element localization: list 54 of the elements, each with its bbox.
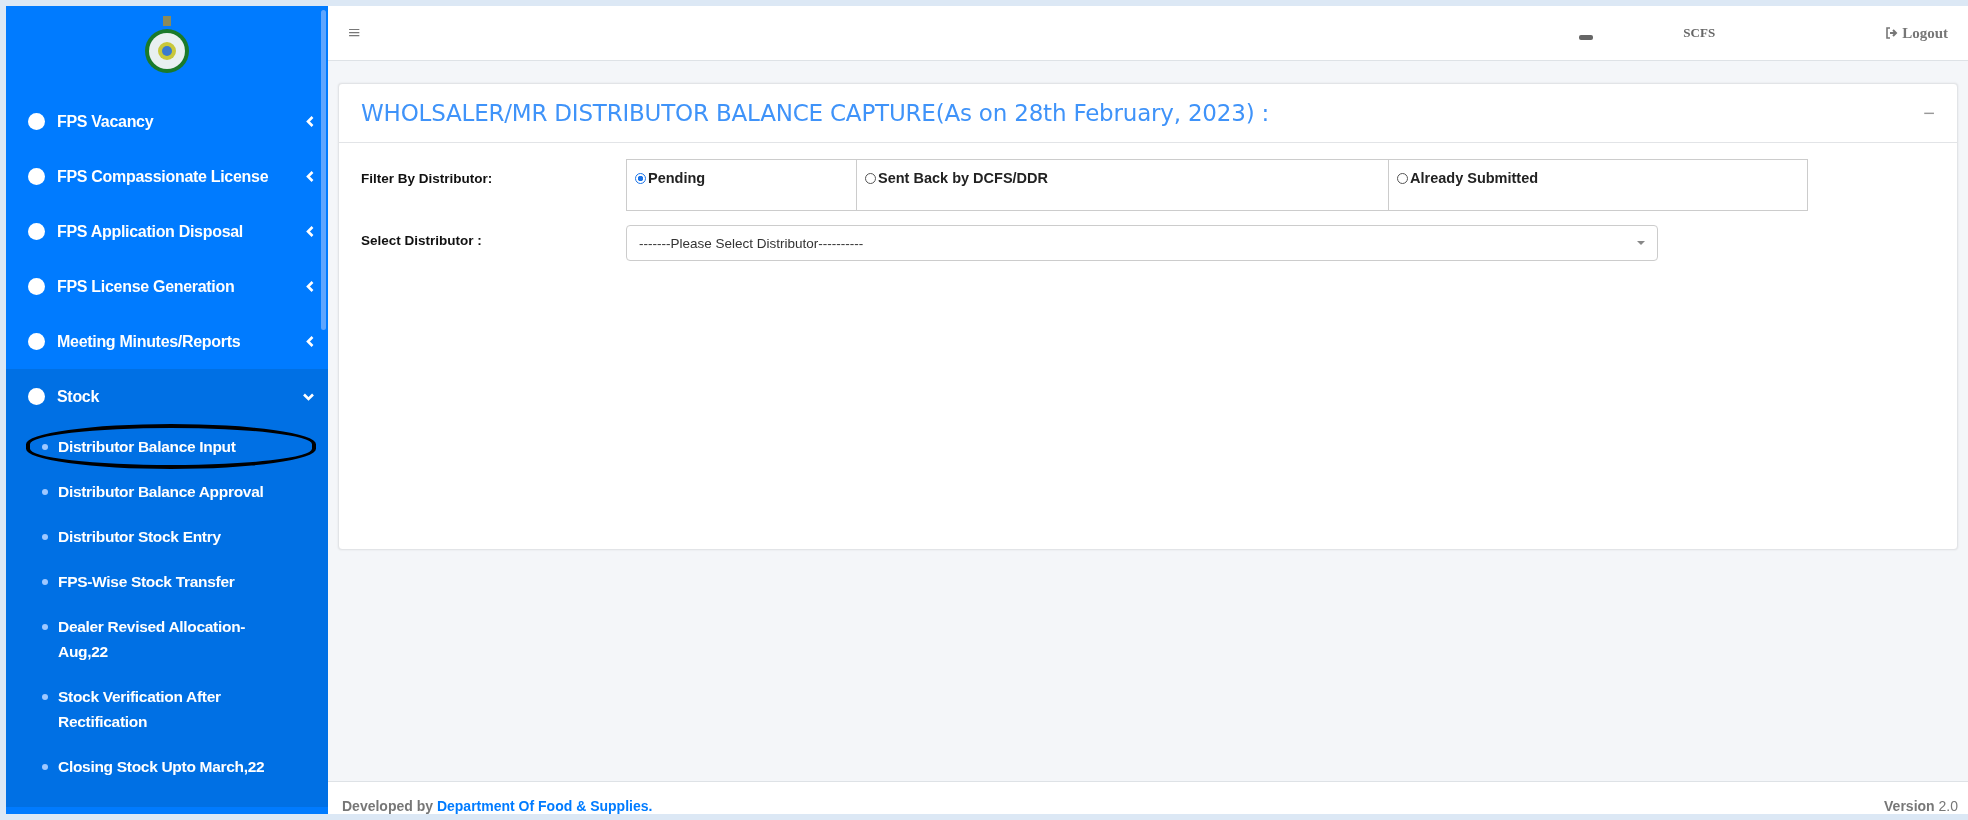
submenu-item[interactable]: Distributor Balance Input [18,424,316,469]
radio-icon[interactable] [1397,173,1408,184]
circle-icon [28,388,45,405]
circle-icon [28,223,45,240]
radio-option[interactable]: Pending [627,160,857,210]
chevron-left-icon [306,226,314,237]
chevron-left-icon [306,281,314,292]
department-link[interactable]: Department Of Food & Supplies. [436,798,653,814]
circle-icon [28,333,45,350]
bullet-icon [42,444,48,450]
menu-icon[interactable]: ≡ [348,20,361,46]
bullet-icon [42,624,48,630]
submenu-item[interactable]: Distributor Stock Entry [18,514,316,559]
submenu-item[interactable]: Dealer Revised Allocation-Aug,22 [18,604,316,674]
bullet-icon [42,579,48,585]
sidebar-item[interactable]: FPS License Generation [6,259,328,314]
sidebar-item[interactable]: FPS Compassionate License [6,149,328,204]
chevron-left-icon [306,336,314,347]
chevron-left-icon [306,116,314,127]
scrollbar[interactable] [321,10,326,330]
sidebar-item[interactable]: FPS Vacancy [6,94,328,149]
bullet-icon [42,694,48,700]
circle-icon [28,113,45,130]
sidebar-item[interactable]: Stock [6,369,328,424]
user-icon [1579,34,1594,40]
submenu-item[interactable]: Stock Verification After Rectification [18,674,316,744]
bullet-icon [42,534,48,540]
field-label: Filter By Distributor: [361,170,494,186]
caret-icon [1637,241,1645,245]
radio-icon[interactable] [865,173,876,184]
chevron-left-icon [306,171,314,182]
circle-icon [28,278,45,295]
circle-icon [28,168,45,185]
bullet-icon [42,489,48,495]
submenu-item[interactable]: FPS-Wise Stock Transfer [18,559,316,604]
radio-option[interactable]: Sent Back by DCFS/DDR [857,160,1389,210]
version-text: Version 2.0 [1884,798,1958,814]
bullet-icon [42,764,48,770]
footer-text: Developed by Department Of Food & Supplies. [342,798,654,814]
field-label: Select Distributor : [361,232,483,248]
sidebar-item[interactable]: FPS Application Disposal [6,204,328,259]
user-role: SCFS [1683,25,1716,41]
card-title: WHOLSALER/MR DISTRIBUTOR BALANCE CAPTURE(As on 28th February, 2023) : [361,100,1271,126]
emblem-logo [142,16,192,74]
logout-icon [1885,27,1900,39]
submenu-item[interactable]: Distributor Balance Approval [18,469,316,514]
distributor-dropdown[interactable]: -------Please Select Distributor---------- [626,225,1658,261]
sidebar-item[interactable]: Meeting Minutes/Reports [6,314,328,369]
logout-link[interactable]: Logout [1885,24,1948,42]
submenu-item[interactable]: Closing Stock Upto March,22 [18,744,316,789]
chevron-down-icon [303,392,314,401]
radio-option[interactable]: Already Submitted [1389,160,1807,210]
collapse-button[interactable]: − [1923,101,1935,125]
radio-icon[interactable] [635,173,646,184]
